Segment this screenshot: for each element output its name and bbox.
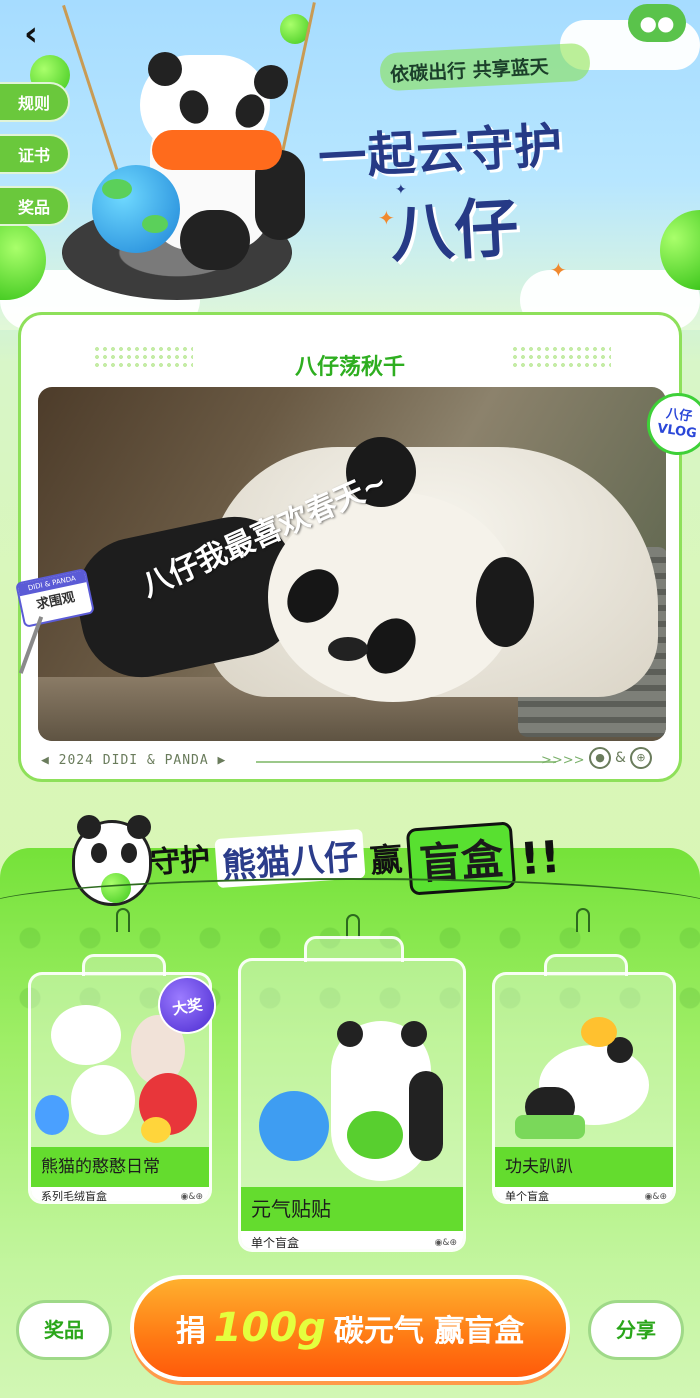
mascot-ear [77, 815, 101, 839]
amp-text: & [188, 1192, 196, 1202]
blindbox-name: 熊猫的憨憨日常 [31, 1147, 209, 1187]
sparkle-icon: ✦ [395, 182, 407, 198]
chevron-left-icon: ‹ [24, 14, 39, 54]
amp-text: & [442, 1238, 450, 1248]
blindbox-card[interactable]: 元气贴贴 单个盲盒 ◉&⊕ [238, 958, 466, 1252]
earth-land [102, 179, 132, 199]
side-tabs: 规则 证书 奖品 [0, 82, 70, 226]
mascot-scarf [152, 130, 282, 170]
globe-icon: ⊕ [629, 747, 652, 769]
tab-rules[interactable]: 规则 [0, 82, 70, 122]
toy-arm [409, 1071, 443, 1161]
blindbox-card[interactable]: 功夫趴趴 单个盲盒 ◉&⊕ [492, 972, 676, 1204]
mascot-ear [254, 65, 288, 99]
title-part: 赢 [368, 839, 404, 881]
toy-ear [337, 1021, 363, 1047]
footer-logos: ◉&⊕ [180, 1192, 203, 1202]
panda-ear [476, 557, 534, 647]
mascot-eye [91, 843, 107, 863]
title-part: !! [518, 831, 562, 885]
donate-cta-button[interactable]: 捐 100g 碳元气 赢盲盒 [130, 1275, 570, 1381]
toy-earth [35, 1095, 69, 1135]
hook [576, 908, 590, 932]
hero-banner: ‹ ●● 规则 证书 奖品 依碳出行 共享蓝天 一起云守护 八仔 ✦ ✦ ✦ [0, 0, 700, 330]
page-title-line1: 一起云守护 [316, 117, 565, 187]
earth-mascot [92, 165, 180, 253]
tab-certificate[interactable]: 证书 [0, 134, 70, 174]
footer-logos: ◉&⊕ [644, 1192, 667, 1202]
cta-amount: 100g [213, 1305, 326, 1351]
earth-land [142, 215, 168, 233]
blindbox-subtitle: 系列毛绒盲盒 ◉&⊕ [31, 1187, 209, 1203]
hook [116, 908, 130, 932]
hook [346, 914, 360, 938]
video-title: 八仔荡秋千 [294, 355, 405, 380]
amp-text: & [652, 1192, 660, 1202]
wechat-share-button[interactable]: ●● [628, 4, 686, 42]
mascot-ear [127, 815, 151, 839]
tab-prizes[interactable]: 奖品 [0, 186, 70, 226]
sparkle-icon: ✦ [550, 258, 567, 282]
sparkle-icon: ✦ [378, 206, 395, 230]
blindbox-sub-text: 系列毛绒盲盒 [41, 1190, 107, 1203]
share-button[interactable]: 分享 [588, 1300, 684, 1360]
amp-text: & [615, 750, 626, 766]
cta-text-donate: 捐 [175, 1314, 206, 1349]
panda-logo-icon: ● [589, 747, 611, 769]
blindbox-name: 元气贴贴 [241, 1187, 463, 1231]
mascot-eye [121, 843, 137, 863]
mascot-leg [180, 210, 250, 270]
blindbox-name: 功夫趴趴 [495, 1147, 673, 1187]
title-part: 守护 [149, 841, 212, 882]
toy-duck [581, 1017, 617, 1047]
toy-duck [141, 1117, 171, 1143]
prizes-button[interactable]: 奖品 [16, 1300, 112, 1360]
back-button[interactable]: ‹ [24, 16, 56, 52]
wechat-icon: ●● [639, 11, 675, 35]
blindbox-sub-text: 单个盲盒 [505, 1190, 549, 1203]
card-footer-text: ◀ 2024 DIDI & PANDA ▶ [41, 753, 227, 768]
footer-arrows: >>>> [541, 753, 585, 768]
footer-logos: ● & ⊕ [589, 747, 652, 769]
blindbox-sub-text: 单个盲盒 [251, 1236, 300, 1250]
video-card: 八仔荡秋千 八仔我最喜欢春天~ 八仔 VLOG DIDI & PANDA 求围观… [15, 312, 700, 782]
mascot-ear [148, 52, 182, 86]
toy-panda [51, 1005, 121, 1065]
footer-line [256, 761, 556, 763]
page-title-line2: 八仔 [388, 191, 521, 273]
toy-ear [401, 1021, 427, 1047]
blindbox-subtitle: 单个盲盒 ◉&⊕ [241, 1231, 463, 1250]
toy-earth [259, 1091, 329, 1161]
toy-leaf [347, 1111, 403, 1159]
toy-panda [71, 1065, 135, 1135]
blindbox-subtitle: 单个盲盒 ◉&⊕ [495, 1187, 673, 1203]
footer-logos: ◉&⊕ [434, 1238, 457, 1248]
panda-nose [328, 637, 368, 661]
cta-text-rest: 碳元气 赢盲盒 [333, 1314, 525, 1349]
toy-mat [515, 1115, 585, 1139]
